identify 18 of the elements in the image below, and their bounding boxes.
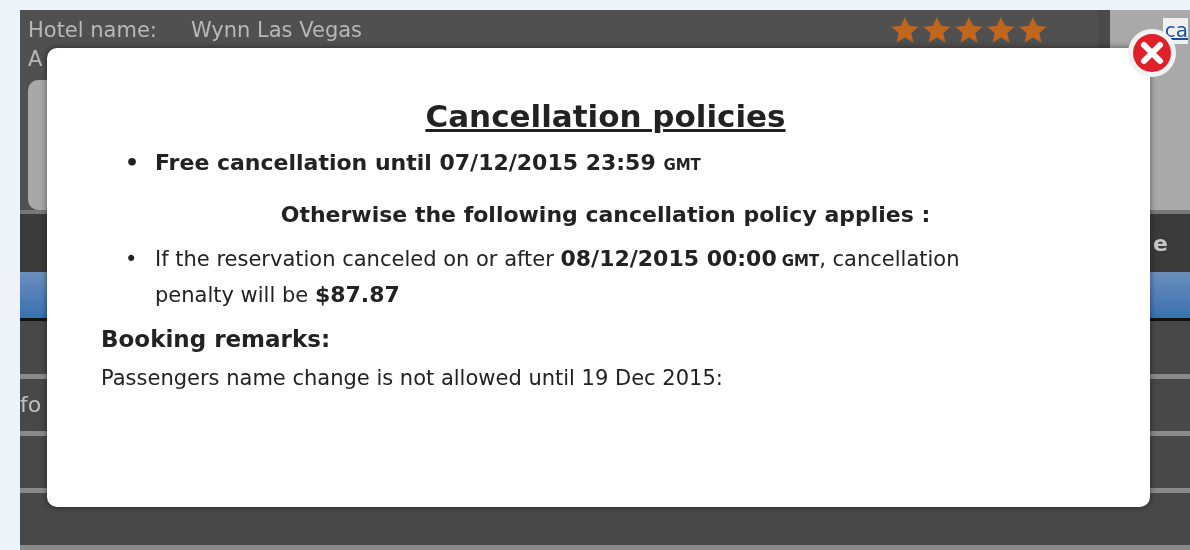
- column-header: e: [1153, 230, 1168, 256]
- free-cancellation-text: Free cancellation until 07/12/2015 23:59 GMT: [155, 149, 701, 177]
- remarks-text: Passengers name change is not allowed until 19 Dec 2015:: [101, 366, 724, 390]
- policy-text: If the reservation canceled on or after 08/12/2015 00:00 GMT, cancellation penalty will be $87.87: [155, 245, 961, 309]
- star-icon: [986, 15, 1016, 45]
- bullet: •: [125, 246, 139, 273]
- policy-heading: Otherwise the following cancellation policy applies :: [279, 201, 932, 229]
- bullet: •: [125, 149, 141, 177]
- remarks-heading: Booking remarks:: [101, 326, 332, 352]
- star-icon: [890, 15, 920, 45]
- dialog-title: Cancellation policies: [424, 97, 787, 136]
- address-label: A: [28, 46, 44, 72]
- row-label: fo: [20, 392, 42, 418]
- hotel-name: Wynn Las Vegas: [190, 18, 363, 42]
- star-icon: [922, 15, 952, 45]
- star-icon: [1018, 15, 1048, 45]
- star-icon: [954, 15, 984, 45]
- hotel-label: Hotel name:: [28, 18, 157, 42]
